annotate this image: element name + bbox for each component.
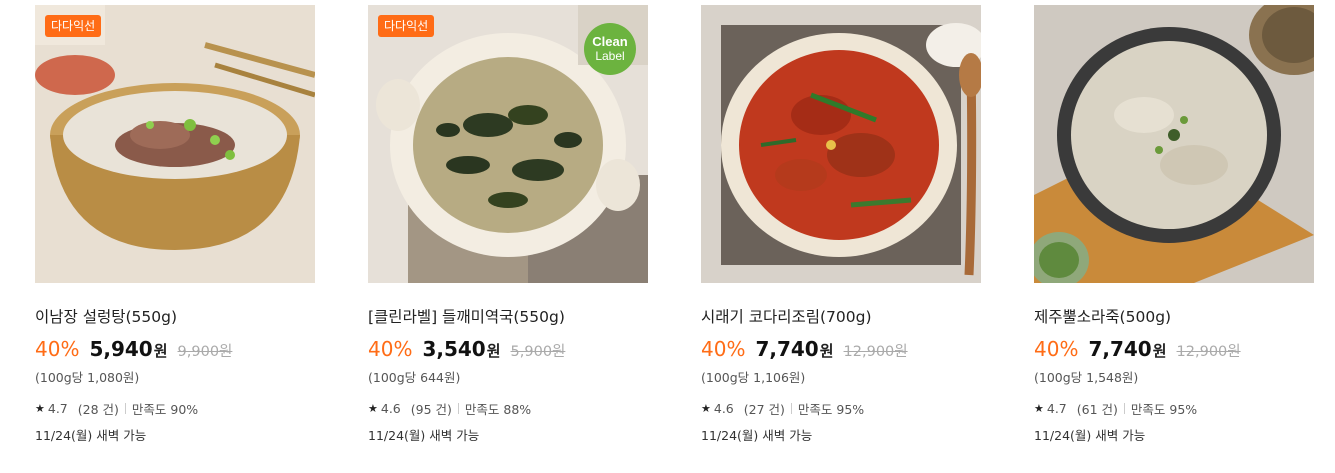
promo-badge: 다다익선 bbox=[378, 15, 435, 37]
product-card[interactable]: 시래기 코다리조림(700g) 40% 7,740 원 12,900원 (100… bbox=[701, 5, 981, 443]
delivery-info: 11/24(월) 새벽 가능 bbox=[35, 428, 147, 443]
review-count: (95 건) bbox=[410, 401, 452, 417]
product-image-kodari[interactable] bbox=[701, 5, 981, 283]
original-price: 12,900원 bbox=[1176, 344, 1241, 360]
discount-rate: 40% bbox=[368, 337, 413, 361]
product-image-seolleongtang[interactable]: 다다익선 bbox=[35, 5, 315, 283]
discount-rate: 40% bbox=[701, 337, 746, 361]
rating-row: ★ 4.6 (27 건) 만족도 95% bbox=[701, 399, 981, 417]
review-count: (28 건) bbox=[77, 401, 119, 417]
price-row: 40% 5,940 원 9,900원 bbox=[35, 337, 315, 365]
discount-rate: 40% bbox=[35, 337, 80, 361]
clean-label-badge: Clean Label bbox=[584, 23, 636, 75]
star-icon: ★ bbox=[368, 401, 378, 415]
product-name[interactable]: 이남장 설렁탕(550g) bbox=[35, 305, 315, 327]
delivery-info: 11/24(월) 새벽 가능 bbox=[368, 428, 480, 443]
rating-value: 4.6 bbox=[380, 400, 401, 416]
product-card[interactable]: 제주뿔소라죽(500g) 40% 7,740 원 12,900원 (100g당 … bbox=[1034, 5, 1314, 443]
satisfaction: 만족도 90% bbox=[131, 401, 199, 417]
original-price: 5,900원 bbox=[510, 344, 566, 360]
unit-price: (100g당 1,548원) bbox=[1034, 370, 1139, 385]
star-icon: ★ bbox=[35, 401, 45, 415]
currency-unit: 원 bbox=[486, 342, 501, 360]
sale-price: 7,740 bbox=[1088, 337, 1152, 361]
divider bbox=[1123, 402, 1125, 414]
product-name[interactable]: [클린라벨] 들깨미역국(550g) bbox=[368, 305, 648, 327]
rating-value: 4.7 bbox=[47, 400, 68, 416]
discount-rate: 40% bbox=[1034, 337, 1079, 361]
rating-value: 4.6 bbox=[713, 400, 734, 416]
price-row: 40% 3,540 원 5,900원 bbox=[368, 337, 648, 365]
rating-row: ★ 4.7 (61 건) 만족도 95% bbox=[1034, 399, 1314, 417]
rating-row: ★ 4.6 (95 건) 만족도 88% bbox=[368, 399, 648, 417]
product-card[interactable]: 다다익선 이남장 설렁탕(550g) 40% 5,940 원 9,900원 (1… bbox=[35, 5, 315, 443]
product-image-miyeokguk[interactable]: 다다익선 Clean Label bbox=[368, 5, 648, 283]
price-row: 40% 7,740 원 12,900원 bbox=[1034, 337, 1314, 365]
sale-price: 3,540 bbox=[422, 337, 486, 361]
currency-unit: 원 bbox=[153, 342, 168, 360]
unit-price: (100g당 1,080원) bbox=[35, 370, 140, 385]
original-price: 12,900원 bbox=[843, 344, 908, 360]
star-icon: ★ bbox=[701, 401, 711, 415]
divider bbox=[124, 402, 126, 414]
satisfaction: 만족도 88% bbox=[464, 401, 532, 417]
product-name[interactable]: 시래기 코다리조림(700g) bbox=[701, 305, 981, 327]
sale-price: 5,940 bbox=[89, 337, 153, 361]
product-card[interactable]: 다다익선 Clean Label [클린라벨] 들깨미역국(550g) 40% … bbox=[368, 5, 648, 443]
satisfaction: 만족도 95% bbox=[797, 401, 865, 417]
review-count: (27 건) bbox=[743, 401, 785, 417]
rating-row: ★ 4.7 (28 건) 만족도 90% bbox=[35, 399, 315, 417]
original-price: 9,900원 bbox=[177, 344, 233, 360]
unit-price: (100g당 644원) bbox=[368, 370, 461, 385]
star-icon: ★ bbox=[1034, 401, 1044, 415]
delivery-info: 11/24(월) 새벽 가능 bbox=[701, 428, 813, 443]
product-image-sora-juk[interactable] bbox=[1034, 5, 1314, 283]
divider bbox=[790, 402, 792, 414]
currency-unit: 원 bbox=[819, 342, 834, 360]
delivery-info: 11/24(월) 새벽 가능 bbox=[1034, 428, 1146, 443]
price-row: 40% 7,740 원 12,900원 bbox=[701, 337, 981, 365]
currency-unit: 원 bbox=[1152, 342, 1167, 360]
unit-price: (100g당 1,106원) bbox=[701, 370, 806, 385]
rating-value: 4.7 bbox=[1046, 400, 1067, 416]
promo-badge: 다다익선 bbox=[45, 15, 102, 37]
divider bbox=[457, 402, 459, 414]
sale-price: 7,740 bbox=[755, 337, 819, 361]
review-count: (61 건) bbox=[1076, 401, 1118, 417]
satisfaction: 만족도 95% bbox=[1130, 401, 1198, 417]
product-name[interactable]: 제주뿔소라죽(500g) bbox=[1034, 305, 1314, 327]
